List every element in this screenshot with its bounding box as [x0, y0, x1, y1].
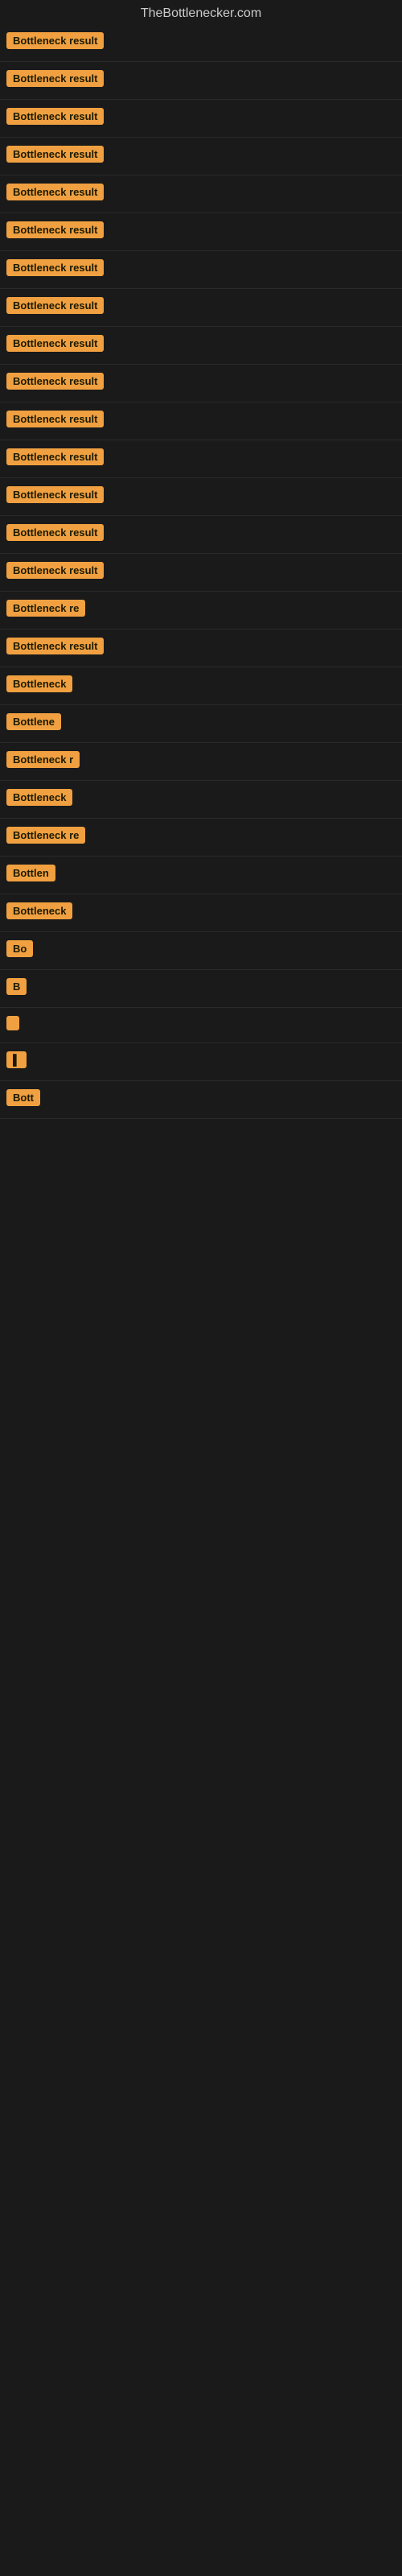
- bottleneck-badge[interactable]: Bottleneck result: [6, 448, 104, 465]
- list-item: Bottleneck result: [0, 478, 402, 516]
- bottleneck-badge[interactable]: B: [6, 978, 27, 995]
- bottleneck-badge[interactable]: Bottleneck result: [6, 221, 104, 238]
- list-item: B: [0, 970, 402, 1008]
- list-item: ▌: [0, 1043, 402, 1081]
- list-item: Bottleneck re: [0, 592, 402, 630]
- bottleneck-badge[interactable]: Bottleneck result: [6, 638, 104, 654]
- bottleneck-badge[interactable]: Bottleneck result: [6, 373, 104, 390]
- list-item: Bottleneck: [0, 781, 402, 819]
- list-item: Bottleneck result: [0, 327, 402, 365]
- bottleneck-badge[interactable]: Bottleneck re: [6, 827, 85, 844]
- bottleneck-badge[interactable]: ▌: [6, 1051, 27, 1068]
- list-item: [0, 1008, 402, 1043]
- list-item: Bottleneck result: [0, 554, 402, 592]
- list-item: Bottleneck result: [0, 516, 402, 554]
- bottleneck-badge[interactable]: Bottleneck result: [6, 70, 104, 87]
- bottleneck-badge[interactable]: Bottleneck result: [6, 32, 104, 49]
- list-item: Bo: [0, 932, 402, 970]
- items-list: Bottleneck result Bottleneck result Bottle…: [0, 24, 402, 1119]
- bottleneck-badge[interactable]: Bottleneck result: [6, 108, 104, 125]
- bottleneck-badge[interactable]: Bottleneck: [6, 675, 72, 692]
- list-item: Bott: [0, 1081, 402, 1119]
- bottleneck-badge[interactable]: Bo: [6, 940, 33, 957]
- bottleneck-badge[interactable]: Bottleneck: [6, 902, 72, 919]
- list-item: Bottleneck result: [0, 24, 402, 62]
- list-item: Bottleneck result: [0, 62, 402, 100]
- bottleneck-badge[interactable]: Bottlen: [6, 865, 55, 881]
- list-item: Bottleneck result: [0, 440, 402, 478]
- list-item: Bottleneck result: [0, 365, 402, 402]
- bottleneck-badge[interactable]: Bottleneck result: [6, 184, 104, 200]
- bottleneck-badge[interactable]: Bottleneck result: [6, 297, 104, 314]
- list-item: Bottleneck result: [0, 138, 402, 175]
- site-title: TheBottlenecker.com: [0, 0, 402, 24]
- list-item: Bottleneck result: [0, 402, 402, 440]
- bottleneck-badge[interactable]: Bottleneck result: [6, 486, 104, 503]
- list-item: Bottlen: [0, 857, 402, 894]
- list-item: Bottleneck r: [0, 743, 402, 781]
- bottleneck-badge[interactable]: Bottleneck result: [6, 524, 104, 541]
- bottleneck-badge[interactable]: [6, 1016, 19, 1030]
- list-item: Bottleneck: [0, 894, 402, 932]
- list-item: Bottleneck result: [0, 100, 402, 138]
- bottleneck-badge[interactable]: Bottlene: [6, 713, 61, 730]
- bottleneck-badge[interactable]: Bott: [6, 1089, 40, 1106]
- list-item: Bottleneck result: [0, 251, 402, 289]
- bottleneck-badge[interactable]: Bottleneck re: [6, 600, 85, 617]
- list-item: Bottleneck result: [0, 289, 402, 327]
- list-item: Bottleneck: [0, 667, 402, 705]
- list-item: Bottleneck result: [0, 175, 402, 213]
- list-item: Bottlene: [0, 705, 402, 743]
- bottleneck-badge[interactable]: Bottleneck result: [6, 335, 104, 352]
- bottleneck-badge[interactable]: Bottleneck: [6, 789, 72, 806]
- list-item: Bottleneck result: [0, 630, 402, 667]
- list-item: Bottleneck result: [0, 213, 402, 251]
- bottleneck-badge[interactable]: Bottleneck result: [6, 562, 104, 579]
- bottleneck-badge[interactable]: Bottleneck result: [6, 411, 104, 427]
- list-item: Bottleneck re: [0, 819, 402, 857]
- bottleneck-badge[interactable]: Bottleneck result: [6, 259, 104, 276]
- site-title-bar: TheBottlenecker.com: [0, 0, 402, 24]
- bottleneck-badge[interactable]: Bottleneck result: [6, 146, 104, 163]
- bottleneck-badge[interactable]: Bottleneck r: [6, 751, 80, 768]
